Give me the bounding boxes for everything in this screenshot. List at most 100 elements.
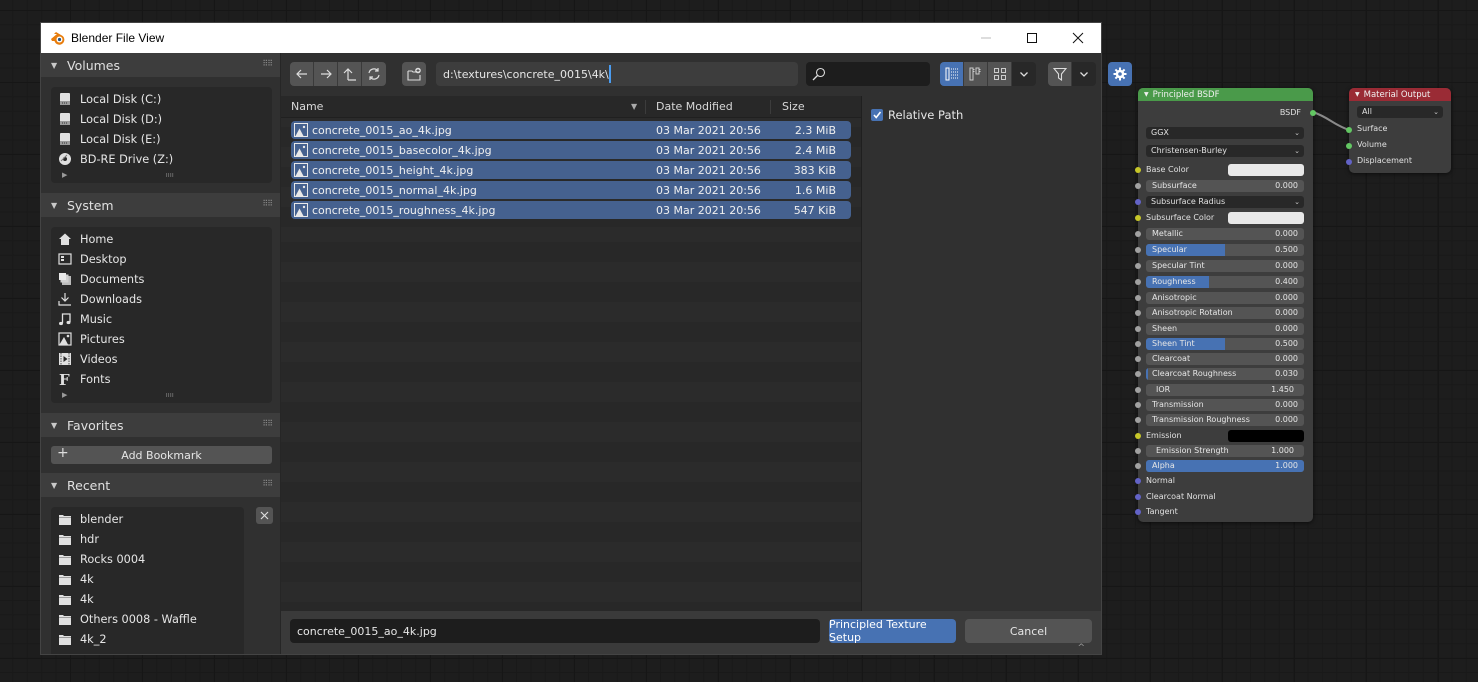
new-folder-button[interactable] — [402, 62, 426, 86]
expand-triangle-icon[interactable]: ▶ — [62, 171, 67, 179]
system-item[interactable]: Downloads — [51, 289, 272, 309]
input-socket[interactable] — [1135, 371, 1141, 377]
system-item[interactable]: Documents — [51, 269, 272, 289]
system-item[interactable]: Desktop — [51, 249, 272, 269]
drag-grip-icon[interactable]: ⠿⠿ — [262, 479, 273, 488]
drag-grip-icon[interactable]: ⠿⠿ — [262, 199, 273, 208]
close-button[interactable] — [1055, 23, 1101, 53]
input-socket[interactable] — [1135, 326, 1141, 332]
value-slider[interactable]: Specular 0.500 — [1146, 244, 1304, 256]
input-socket[interactable] — [1135, 417, 1141, 423]
color-swatch[interactable] — [1228, 164, 1304, 176]
value-slider[interactable]: Anisotropic Rotation 0.000 — [1146, 307, 1304, 319]
input-socket[interactable] — [1135, 310, 1141, 316]
value-slider[interactable]: Anisotropic 0.000 — [1146, 292, 1304, 304]
minimize-button[interactable] — [963, 23, 1009, 53]
display-settings-dropdown[interactable] — [1012, 62, 1036, 86]
volumes-panel-header[interactable]: ▼ Volumes ⠿⠿ — [41, 53, 280, 77]
column-separator[interactable] — [770, 100, 771, 114]
recent-item[interactable]: 4k_2 — [51, 629, 244, 649]
principled-bsdf-header[interactable]: ▼ Principled BSDF — [1138, 88, 1313, 101]
parent-directory-button[interactable] — [338, 62, 362, 86]
input-socket[interactable] — [1135, 247, 1141, 253]
recent-item[interactable]: hdr — [51, 529, 244, 549]
favorites-panel-header[interactable]: ▼ Favorites ⠿⠿ — [41, 413, 280, 437]
input-socket[interactable] — [1135, 402, 1141, 408]
checkbox-checked[interactable] — [871, 109, 883, 121]
directory-path-input[interactable]: d:\textures\concrete_0015\4k\ — [436, 62, 798, 86]
input-socket[interactable] — [1135, 279, 1141, 285]
subsurface-radius-dropdown[interactable]: Subsurface Radius ⌄ — [1146, 196, 1304, 208]
volume-item[interactable]: Local Disk (D:) — [51, 109, 272, 129]
search-input[interactable] — [806, 62, 930, 86]
input-socket[interactable] — [1135, 448, 1141, 454]
value-slider[interactable]: Sheen Tint 0.500 — [1146, 338, 1304, 350]
title-bar[interactable]: Blender File View — [41, 23, 1101, 53]
input-socket[interactable] — [1135, 215, 1141, 221]
resize-grip-icon[interactable]: ⠶⠶ — [165, 171, 174, 179]
recent-panel-header[interactable]: ▼ Recent ⠿⠿ — [41, 473, 280, 497]
principled-bsdf-node[interactable]: ▼ Principled BSDF BSDF GGX ⌄ Christensen-B… — [1135, 88, 1316, 522]
file-row[interactable]: concrete_0015_normal_4k.jpg 03 Mar 2021 2… — [291, 181, 851, 199]
input-socket[interactable] — [1135, 341, 1141, 347]
value-slider[interactable]: Clearcoat 0.000 — [1146, 353, 1304, 365]
refresh-button[interactable] — [362, 62, 386, 86]
collapse-triangle-icon[interactable]: ▼ — [1355, 91, 1360, 98]
input-socket[interactable] — [1135, 509, 1141, 515]
material-output-node[interactable]: ▼ Material Output All ⌄ Surface Volume D… — [1346, 88, 1451, 173]
column-header-date[interactable]: Date Modified — [656, 100, 733, 113]
file-row[interactable]: concrete_0015_height_4k.jpg 03 Mar 2021 2… — [291, 161, 851, 179]
displacement-socket[interactable] — [1346, 159, 1352, 165]
volume-socket[interactable] — [1346, 143, 1352, 149]
maximize-button[interactable] — [1009, 23, 1055, 53]
recent-item[interactable]: 4k — [51, 569, 244, 589]
input-socket[interactable] — [1135, 263, 1141, 269]
volume-item[interactable]: Local Disk (E:) — [51, 129, 272, 149]
value-slider[interactable]: Clearcoat Roughness 0.030 — [1146, 368, 1304, 380]
color-swatch[interactable] — [1228, 430, 1304, 442]
resize-grip-icon[interactable]: ⠶⠶ — [165, 391, 174, 399]
value-slider[interactable]: Emission Strength 1.000 — [1146, 445, 1304, 457]
filter-settings-dropdown[interactable] — [1072, 62, 1096, 86]
column-separator[interactable] — [645, 100, 646, 114]
recent-item[interactable]: Others 0008 - Waffle — [51, 609, 244, 629]
add-bookmark-button[interactable]: + Add Bookmark — [51, 445, 272, 464]
distribution-dropdown[interactable]: GGX ⌄ — [1146, 127, 1304, 139]
volume-item[interactable]: Local Disk (C:) — [51, 89, 272, 109]
vertical-list-button[interactable] — [940, 62, 964, 86]
surface-socket[interactable] — [1346, 127, 1352, 133]
drag-grip-icon[interactable]: ⠿⠿ — [262, 59, 273, 68]
system-item[interactable]: Home — [51, 229, 272, 249]
input-socket[interactable] — [1135, 295, 1141, 301]
forward-button[interactable] — [314, 62, 338, 86]
value-slider[interactable]: Roughness 0.400 — [1146, 276, 1304, 288]
thumbnails-button[interactable] — [988, 62, 1012, 86]
system-item[interactable]: Videos — [51, 349, 272, 369]
collapse-triangle-icon[interactable]: ▼ — [1144, 91, 1149, 98]
back-button[interactable] — [290, 62, 314, 86]
input-socket[interactable] — [1135, 183, 1141, 189]
system-item[interactable]: Pictures — [51, 329, 272, 349]
input-socket[interactable] — [1135, 199, 1141, 205]
cancel-button[interactable]: Cancel — [965, 619, 1092, 643]
input-socket[interactable] — [1135, 167, 1141, 173]
value-slider[interactable]: Transmission 0.000 — [1146, 399, 1304, 411]
file-row[interactable]: concrete_0015_roughness_4k.jpg 03 Mar 202… — [291, 201, 851, 219]
input-socket[interactable] — [1135, 433, 1141, 439]
column-header-size[interactable]: Size — [782, 100, 805, 113]
subsurface-method-dropdown[interactable]: Christensen-Burley ⌄ — [1146, 145, 1304, 157]
system-item[interactable]: Music — [51, 309, 272, 329]
input-socket[interactable] — [1135, 387, 1141, 393]
value-slider[interactable]: Sheen 0.000 — [1146, 323, 1304, 335]
relative-path-checkbox[interactable]: Relative Path — [871, 108, 963, 122]
region-expand-caret-icon[interactable]: ^ — [1077, 643, 1085, 653]
input-socket[interactable] — [1135, 463, 1141, 469]
value-slider[interactable]: Transmission Roughness 0.000 — [1146, 414, 1304, 426]
recent-item[interactable]: 4k — [51, 589, 244, 609]
system-panel-header[interactable]: ▼ System ⠿⠿ — [41, 193, 280, 217]
input-socket[interactable] — [1135, 478, 1141, 484]
value-slider[interactable]: Subsurface 0.000 — [1146, 180, 1304, 192]
file-list[interactable]: Name ▼ Date Modified Size concrete_0015_… — [281, 96, 861, 611]
filename-input[interactable]: concrete_0015_ao_4k.jpg — [290, 619, 820, 643]
filter-toggle-button[interactable] — [1048, 62, 1072, 86]
